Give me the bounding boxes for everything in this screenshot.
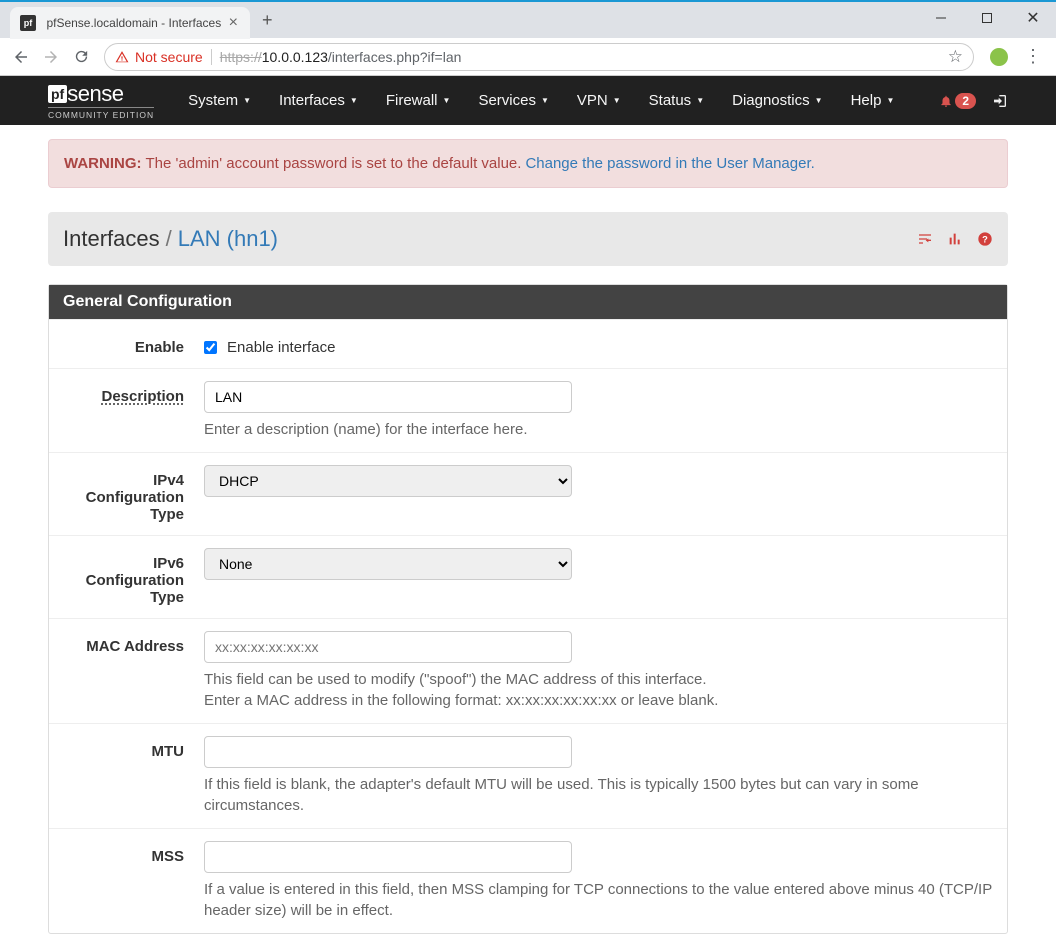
ipv4cfg-select[interactable]: DHCP — [204, 465, 572, 497]
mtu-help: If this field is blank, the adapter's de… — [204, 774, 992, 816]
mss-help: If a value is entered in this field, the… — [204, 879, 992, 921]
settings-sliders-icon[interactable] — [917, 231, 933, 247]
bookmark-star-icon[interactable]: ☆ — [948, 47, 963, 67]
not-secure-indicator[interactable]: Not secure — [115, 49, 212, 65]
window-minimize[interactable] — [918, 2, 964, 34]
row-mac: MAC Address This field can be used to mo… — [49, 618, 1007, 723]
browser-titlebar: pf pfSense.localdomain - Interfaces × + … — [0, 2, 1056, 38]
notification-count-badge: 2 — [955, 93, 976, 109]
general-config-section: General Configuration Enable Enable inte… — [48, 284, 1008, 934]
description-input[interactable] — [204, 381, 572, 413]
extension-icon[interactable] — [990, 48, 1008, 66]
row-mss: MSS If a value is entered in this field,… — [49, 828, 1007, 933]
breadcrumb-separator: / — [160, 226, 178, 252]
svg-text:?: ? — [982, 234, 988, 244]
logo-text: sense — [67, 81, 123, 107]
mac-address-input[interactable] — [204, 631, 572, 663]
menu-vpn[interactable]: VPN▼ — [565, 84, 633, 117]
browser-chrome: pf pfSense.localdomain - Interfaces × + … — [0, 0, 1056, 76]
chevron-down-icon: ▼ — [886, 96, 894, 105]
enable-checkbox[interactable] — [204, 341, 217, 354]
chevron-down-icon: ▼ — [541, 96, 549, 105]
chevron-down-icon: ▼ — [443, 96, 451, 105]
address-bar[interactable]: Not secure https://10.0.0.123/interfaces… — [104, 43, 974, 71]
chevron-down-icon: ▼ — [815, 96, 823, 105]
logo-subtitle: COMMUNITY EDITION — [48, 107, 154, 120]
change-password-link[interactable]: Change the password in the User Manager. — [525, 155, 814, 172]
breadcrumb-panel: Interfaces / LAN (hn1) ? — [48, 212, 1008, 266]
menu-diagnostics[interactable]: Diagnostics▼ — [720, 84, 834, 117]
row-description: Description Enter a description (name) f… — [49, 368, 1007, 452]
chevron-down-icon: ▼ — [696, 96, 704, 105]
description-help: Enter a description (name) for the inter… — [204, 419, 992, 440]
back-button[interactable] — [6, 42, 36, 72]
chevron-down-icon: ▼ — [243, 96, 251, 105]
window-maximize[interactable] — [964, 2, 1010, 34]
label-description: Description — [64, 381, 204, 405]
page-body: WARNING: The 'admin' account password is… — [0, 125, 1056, 948]
tab-title: pfSense.localdomain - Interfaces — [43, 16, 225, 30]
pfsense-logo[interactable]: pfsense COMMUNITY EDITION — [48, 81, 154, 120]
bell-icon — [939, 93, 953, 109]
logout-icon[interactable] — [992, 93, 1008, 109]
label-mac: MAC Address — [64, 631, 204, 655]
warning-text: The 'admin' account password is set to t… — [146, 155, 522, 172]
menu-firewall[interactable]: Firewall▼ — [374, 84, 463, 117]
warning-alert: WARNING: The 'admin' account password is… — [48, 139, 1008, 188]
not-secure-label: Not secure — [135, 49, 203, 65]
row-ipv4cfg: IPv4 Configuration Type DHCP — [49, 452, 1007, 535]
window-close[interactable]: ✕ — [1010, 2, 1056, 34]
url-text: https://10.0.0.123/interfaces.php?if=lan — [220, 49, 462, 65]
bar-chart-icon[interactable] — [947, 231, 963, 247]
favicon: pf — [20, 15, 36, 31]
row-enable: Enable Enable interface — [49, 319, 1007, 368]
mtu-input[interactable] — [204, 736, 572, 768]
logo-prefix: pf — [48, 85, 67, 103]
warning-label: WARNING: — [64, 155, 142, 172]
notifications-button[interactable]: 2 — [939, 93, 976, 109]
mac-help: This field can be used to modify ("spoof… — [204, 669, 992, 711]
chevron-down-icon: ▼ — [613, 96, 621, 105]
help-icon[interactable]: ? — [977, 231, 993, 247]
row-mtu: MTU If this field is blank, the adapter'… — [49, 723, 1007, 828]
row-ipv6cfg: IPv6 Configuration Type None — [49, 535, 1007, 618]
label-enable: Enable — [64, 332, 204, 356]
new-tab-button[interactable]: + — [262, 10, 273, 31]
label-mtu: MTU — [64, 736, 204, 760]
menu-help[interactable]: Help▼ — [839, 84, 907, 117]
app-topnav: pfsense COMMUNITY EDITION System▼ Interf… — [0, 76, 1056, 125]
browser-menu-icon[interactable]: ⋮ — [1016, 46, 1050, 67]
section-header: General Configuration — [49, 285, 1007, 319]
menu-status[interactable]: Status▼ — [637, 84, 716, 117]
breadcrumb-root[interactable]: Interfaces — [63, 226, 160, 252]
enable-check-label: Enable interface — [227, 339, 335, 356]
menu-services[interactable]: Services▼ — [466, 84, 560, 117]
label-mss: MSS — [64, 841, 204, 865]
browser-tab[interactable]: pf pfSense.localdomain - Interfaces × — [10, 7, 250, 39]
warning-triangle-icon — [115, 50, 129, 64]
label-ipv4cfg: IPv4 Configuration Type — [64, 465, 204, 523]
browser-toolbar: Not secure https://10.0.0.123/interfaces… — [0, 38, 1056, 76]
breadcrumb-current[interactable]: LAN (hn1) — [178, 226, 278, 252]
ipv6cfg-select[interactable]: None — [204, 548, 572, 580]
chevron-down-icon: ▼ — [350, 96, 358, 105]
forward-button[interactable] — [36, 42, 66, 72]
mss-input[interactable] — [204, 841, 572, 873]
main-menu: System▼ Interfaces▼ Firewall▼ Services▼ … — [176, 84, 906, 117]
reload-button[interactable] — [66, 42, 96, 72]
menu-system[interactable]: System▼ — [176, 84, 263, 117]
label-ipv6cfg: IPv6 Configuration Type — [64, 548, 204, 606]
close-tab-icon[interactable]: × — [225, 14, 242, 32]
menu-interfaces[interactable]: Interfaces▼ — [267, 84, 370, 117]
window-controls: ✕ — [918, 2, 1056, 34]
